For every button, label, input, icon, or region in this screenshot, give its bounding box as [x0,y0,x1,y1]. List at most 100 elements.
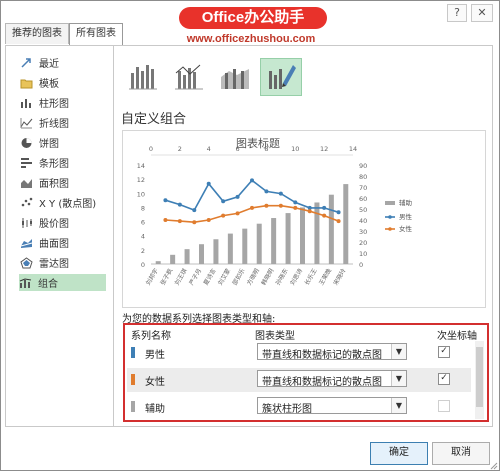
chart-type-select[interactable]: 带直线和数据标记的散点图 ▼ [257,343,407,361]
data-point [278,191,283,196]
chevron-down-icon[interactable]: ▼ [391,344,406,359]
legend-label: 辅助 [399,198,413,207]
y2-tick-label: 90 [359,162,367,170]
chart-title: 图表标题 [236,136,280,150]
sidebar-item-label: 曲面图 [39,239,69,250]
data-point [206,181,211,186]
resize-grip-icon[interactable] [489,461,498,470]
x-tick-label: 宋晓玲 [332,267,348,287]
sidebar-item-radar[interactable]: 雷达图 [20,254,104,271]
clustered-column-line-icon [129,65,157,90]
bar [285,213,291,264]
help-button[interactable]: ? [447,4,467,22]
series-name: 女性 [145,377,165,388]
data-point [235,194,240,199]
sidebar-item-templates[interactable]: 模板 [20,74,104,91]
y-tick-label: 0 [141,261,145,269]
close-button[interactable]: ✕ [471,4,493,22]
bar [242,228,248,264]
sidebar-item-area[interactable]: 面积图 [20,174,104,191]
data-point [336,219,341,224]
bar [314,202,320,264]
data-point [177,202,182,207]
data-point [250,178,254,183]
data-point [192,220,197,225]
radar-chart-icon [20,256,33,268]
subtype-custom-combo[interactable] [260,58,302,96]
y-tick-label: 10 [137,190,145,198]
chart-type-select[interactable]: 簇状柱形图 ▼ [257,397,407,415]
series-color-swatch [131,374,135,385]
sidebar-item-surface[interactable]: 曲面图 [20,234,104,251]
series-config-table: 系列名称 图表类型 次坐标轴 男性 带直线和数据标记的散点图 ▼ ✓ 女性 带直… [123,323,489,422]
series-name: 男性 [145,350,165,361]
sidebar-item-combo[interactable]: 组合 [19,274,106,291]
secondary-axis-checkbox[interactable]: ✓ [438,346,450,358]
tab-all-charts[interactable]: 所有图表 [69,23,123,45]
x-tick-label: 严子月 [188,268,203,287]
y-tick-label: 14 [137,162,145,170]
top-x-tick-label: 14 [349,145,357,153]
sidebar-item-stock[interactable]: 股价图 [20,214,104,231]
table-scrollbar[interactable] [475,341,484,419]
x-tick-label: 邵如乐 [231,267,247,287]
data-point [250,205,254,210]
stock-chart-icon [22,217,32,228]
bar [170,254,176,264]
data-point [278,203,283,208]
top-x-tick-label: 4 [207,145,211,153]
legend-marker [388,215,392,219]
cancel-button[interactable]: 取消 [432,442,490,465]
data-point [221,213,226,218]
watermark-title: Office办公助手 [179,7,327,29]
change-chart-type-dialog: 推荐的图表 所有图表 ? ✕ Office办公助手 www.officezhus… [0,0,500,471]
chart-type-select[interactable]: 带直线和数据标记的散点图 ▼ [257,370,407,388]
data-point [264,189,269,194]
y2-tick-label: 70 [359,184,367,192]
secondary-axis-checkbox[interactable] [438,400,450,412]
y2-tick-label: 60 [359,195,367,203]
y2-tick-label: 80 [359,173,367,181]
x-tick-label: 张子枫 [158,267,174,287]
sidebar-item-column[interactable]: 柱形图 [20,94,104,111]
chart-category-sidebar: 最近 模板 柱形图 折线图 饼图 条形图 面积图 X Y (散点图) 股价图 曲… [5,45,114,427]
top-x-tick-label: 12 [320,145,328,153]
column-chart-icon [21,98,31,108]
x-tick-label: 刘王琪 [173,267,189,287]
data-point [235,211,240,216]
bar [199,244,204,264]
x-tick-label: 王荣晚 [317,267,333,287]
sidebar-item-scatter[interactable]: X Y (散点图) [20,194,104,211]
legend-label: 女性 [399,224,413,233]
stacked-area-column-icon [221,69,249,89]
sidebar-item-pie[interactable]: 饼图 [20,134,104,151]
sidebar-item-line[interactable]: 折线图 [20,114,104,131]
legend-marker [388,227,392,231]
subtype-clustered-column-line-secondary[interactable] [168,58,210,96]
chevron-down-icon[interactable]: ▼ [391,371,406,386]
scatter-chart-icon [21,197,33,206]
tab-recommended-charts[interactable]: 推荐的图表 [5,23,69,44]
recent-icon [21,57,31,68]
data-point [192,208,197,213]
y2-tick-label: 0 [359,261,363,269]
scrollbar-thumb[interactable] [476,347,483,407]
area-chart-icon [21,178,32,188]
sidebar-item-label: 最近 [39,59,59,70]
header-secondary-axis: 次坐标轴 [437,331,477,342]
header-chart-type: 图表类型 [255,331,295,342]
ok-button[interactable]: 确定 [370,442,428,465]
bar-chart-icon [21,157,32,168]
chart-type-value: 簇状柱形图 [262,404,312,415]
subtype-stacked-area-column[interactable] [214,58,256,96]
sidebar-item-label: 面积图 [39,179,69,190]
chevron-down-icon[interactable]: ▼ [391,398,406,413]
top-x-tick-label: 6 [236,145,240,153]
secondary-axis-checkbox[interactable]: ✓ [438,373,450,385]
subtype-clustered-column-line[interactable] [122,58,164,96]
sidebar-item-recent[interactable]: 最近 [20,54,104,71]
series-row-female: 女性 带直线和数据标记的散点图 ▼ ✓ [127,368,471,392]
x-tick-label: 刘艾蒙 [216,267,232,287]
pie-chart-icon [21,137,32,148]
sidebar-item-bar[interactable]: 条形图 [20,154,104,171]
